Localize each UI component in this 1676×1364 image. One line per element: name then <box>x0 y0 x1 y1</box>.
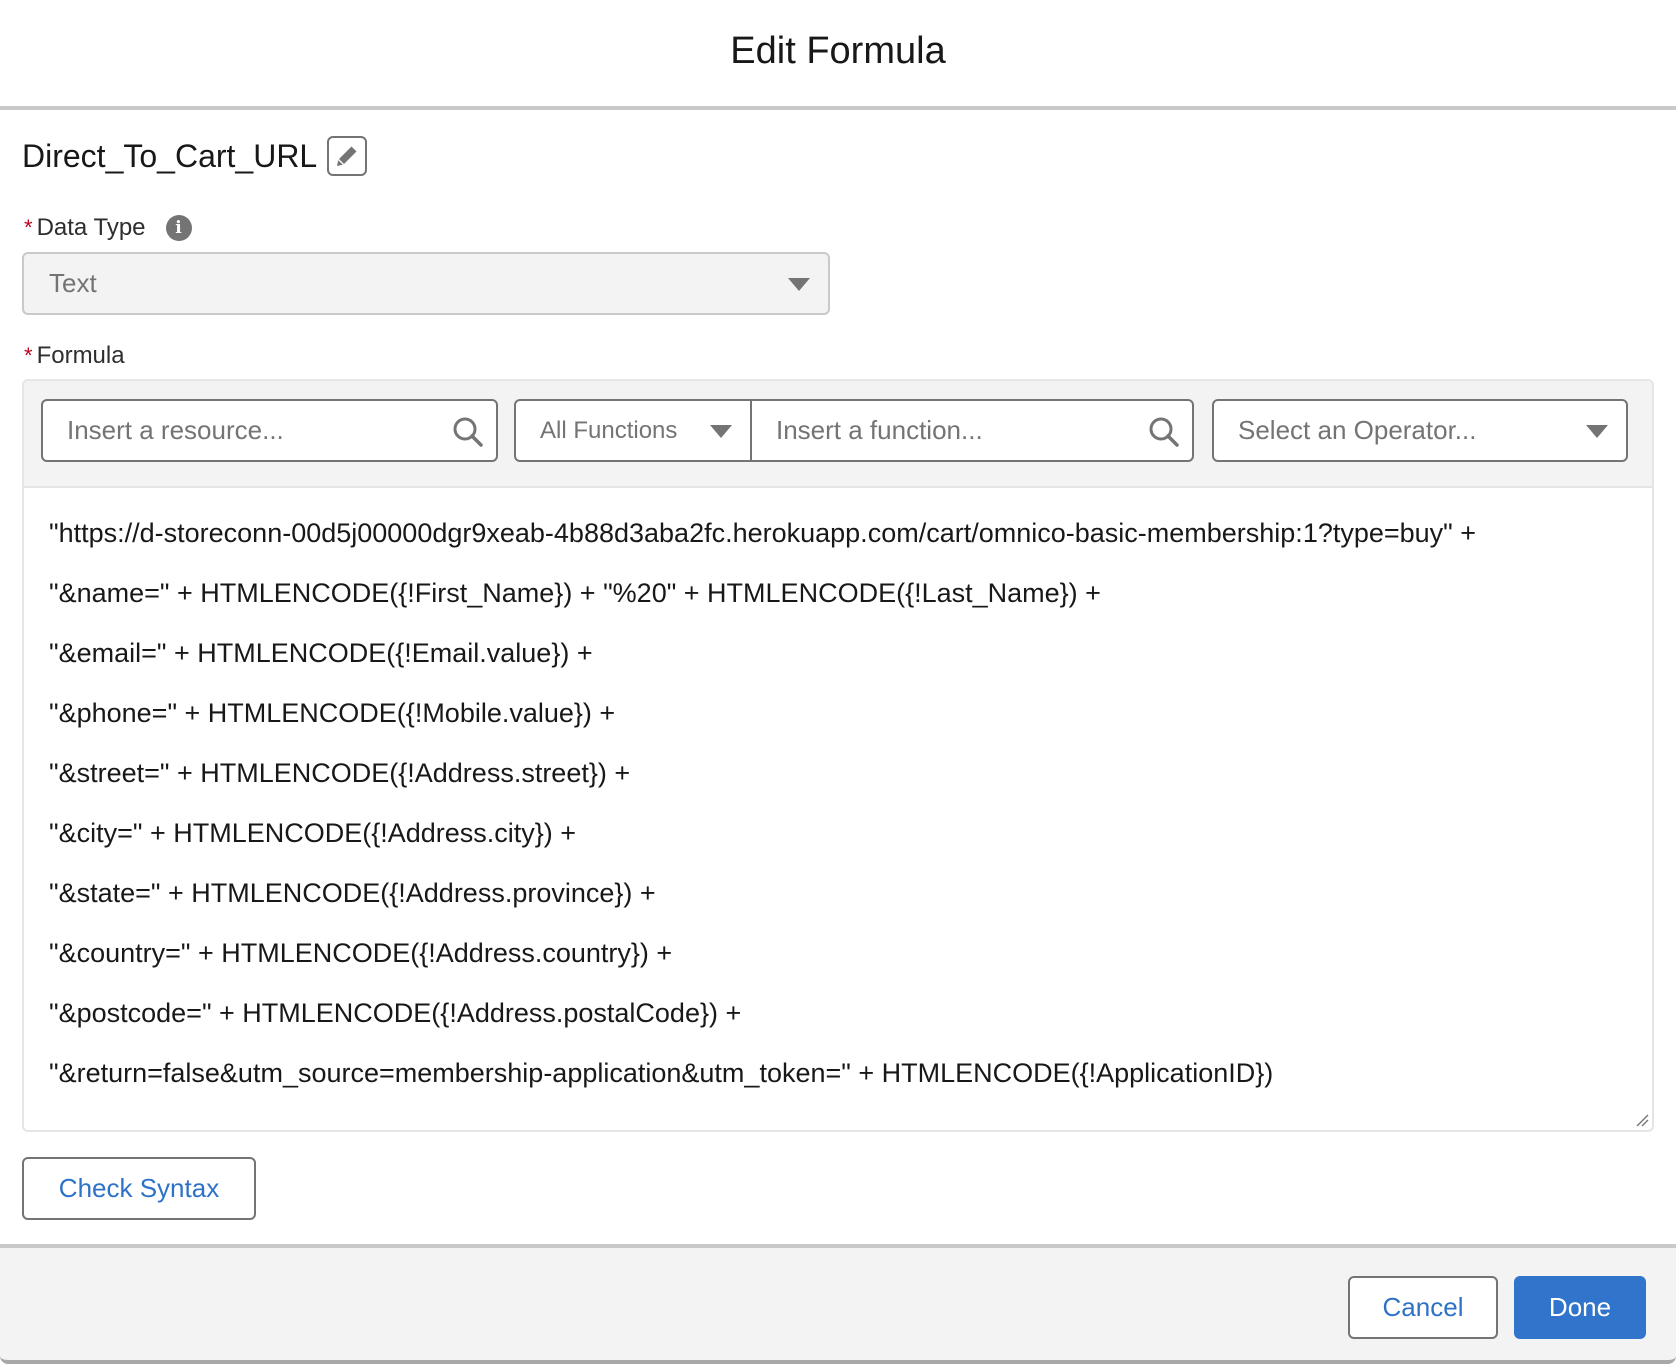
modal-title: Edit Formula <box>730 29 946 72</box>
modal-footer: Cancel Done <box>0 1244 1676 1364</box>
function-category-select[interactable]: All Functions <box>516 401 752 460</box>
chevron-down-icon <box>788 278 810 291</box>
insert-resource-placeholder: Insert a resource... <box>67 415 284 445</box>
formula-line: "&return=false&utm_source=membership-app… <box>49 1058 1274 1088</box>
function-category-value: All Functions <box>540 416 678 444</box>
data-type-label-text: Data Type <box>36 214 146 241</box>
data-type-select[interactable]: Text <box>22 252 830 315</box>
insert-resource-input[interactable]: Insert a resource... <box>41 399 498 462</box>
formula-line: "&email=" + HTMLENCODE({!Email.value}) + <box>49 638 593 668</box>
edit-name-button[interactable] <box>327 136 368 176</box>
data-type-label: * Data Type i <box>24 214 192 242</box>
edit-formula-modal: Edit Formula Direct_To_Cart_URL * Data T… <box>0 0 1676 1364</box>
done-button[interactable]: Done <box>1514 1276 1646 1339</box>
formula-textarea[interactable]: "https://d-storeconn-00d5j00000dgr9xeab-… <box>24 488 1652 1130</box>
field-name-row: Direct_To_Cart_URL <box>22 136 368 176</box>
required-marker: * <box>24 215 33 240</box>
formula-line: "&postcode=" + HTMLENCODE({!Address.post… <box>49 998 742 1028</box>
formula-line: "&country=" + HTMLENCODE({!Address.count… <box>49 938 673 968</box>
formula-line: "&name=" + HTMLENCODE({!First_Name}) + "… <box>49 578 1101 608</box>
cancel-button[interactable]: Cancel <box>1348 1276 1498 1339</box>
operator-placeholder: Select an Operator... <box>1238 415 1477 445</box>
search-icon[interactable] <box>1148 416 1180 448</box>
formula-line: "&phone=" + HTMLENCODE({!Mobile.value}) … <box>49 698 616 728</box>
required-marker: * <box>24 343 33 368</box>
formula-editor-panel: Insert a resource... All Functions Inser… <box>22 379 1654 1132</box>
formula-label: * Formula <box>24 342 125 370</box>
formula-line: "&state=" + HTMLENCODE({!Address.provinc… <box>49 878 656 908</box>
formula-label-text: Formula <box>36 342 125 369</box>
search-icon[interactable] <box>452 416 484 448</box>
data-type-value: Text <box>49 268 97 298</box>
field-api-name: Direct_To_Cart_URL <box>22 137 318 174</box>
formula-toolbar: Insert a resource... All Functions Inser… <box>24 381 1652 488</box>
operator-select[interactable]: Select an Operator... <box>1212 399 1628 462</box>
chevron-down-icon <box>1586 425 1608 438</box>
modal-header: Edit Formula <box>0 0 1676 110</box>
formula-line: "https://d-storeconn-00d5j00000dgr9xeab-… <box>49 518 1477 548</box>
function-picker: All Functions Insert a function... <box>514 399 1194 462</box>
pencil-icon <box>337 146 357 166</box>
formula-line: "&street=" + HTMLENCODE({!Address.street… <box>49 758 631 788</box>
info-icon[interactable]: i <box>165 215 192 241</box>
check-syntax-button[interactable]: Check Syntax <box>22 1157 256 1220</box>
resize-handle-icon[interactable] <box>1635 1113 1649 1127</box>
insert-function-input[interactable]: Insert a function... <box>752 401 1192 460</box>
insert-function-placeholder: Insert a function... <box>776 415 983 445</box>
formula-line: "&city=" + HTMLENCODE({!Address.city}) + <box>49 818 577 848</box>
chevron-down-icon <box>710 425 732 438</box>
